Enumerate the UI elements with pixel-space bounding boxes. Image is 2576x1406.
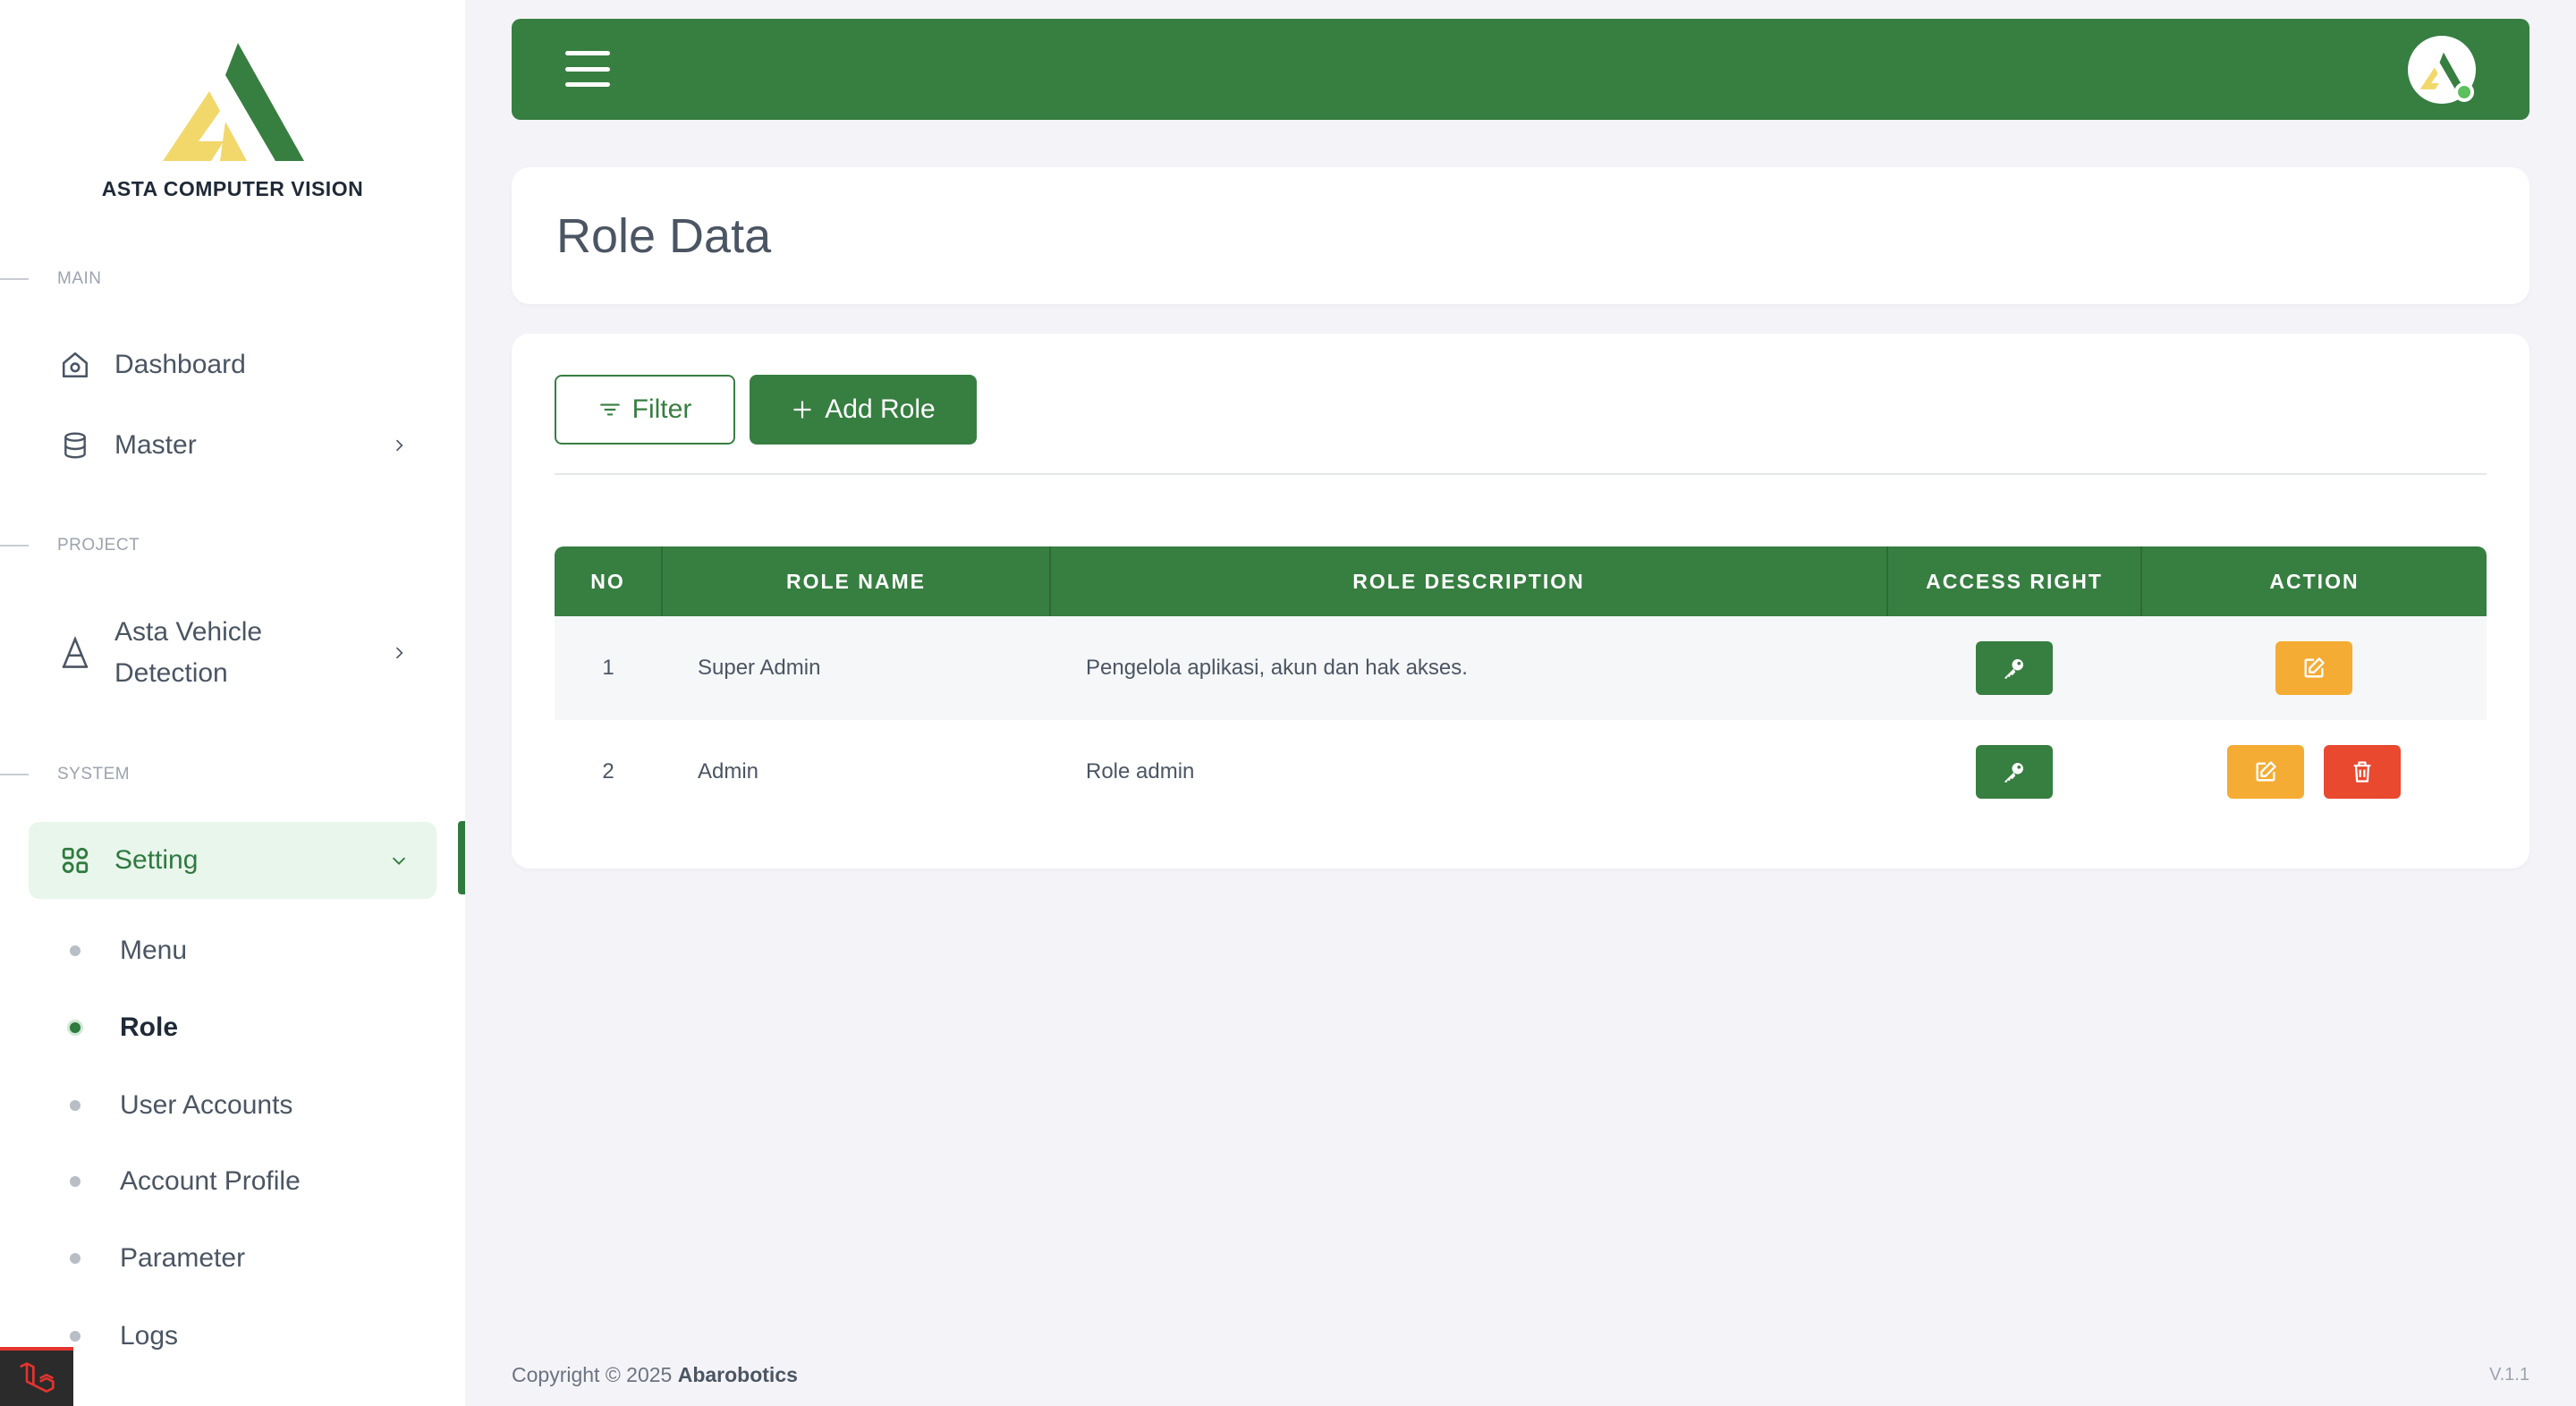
bullet-icon xyxy=(67,1020,83,1036)
column-header-role-name[interactable]: ROLE NAME xyxy=(662,546,1051,616)
sidebar-subitem-label: Logs xyxy=(120,1321,179,1351)
filter-icon xyxy=(599,403,620,416)
sidebar-item-asta-vehicle-detection[interactable]: Asta Vehicle Detection xyxy=(29,612,436,694)
cell-role-name: Admin xyxy=(698,759,759,783)
add-role-button[interactable]: Add Role xyxy=(750,375,977,445)
edit-icon xyxy=(2253,759,2278,784)
access-right-button[interactable] xyxy=(1976,641,2053,695)
role-table: NO ROLE NAME ROLE DESCRIPTION ACCESS RIG… xyxy=(555,546,2487,824)
cell-no: 2 xyxy=(602,759,614,783)
cell-access-right xyxy=(1887,616,2141,720)
brand-name: ASTA COMPUTER VISION xyxy=(101,177,364,200)
delete-button[interactable] xyxy=(2324,745,2401,799)
key-icon xyxy=(2001,655,2028,682)
page-title-card: Role Data xyxy=(512,167,2529,304)
sidebar-item-label: Asta Vehicle Detection xyxy=(114,617,263,688)
sidebar-subitem-role[interactable]: Role xyxy=(64,1012,178,1043)
online-status-dot xyxy=(2454,82,2474,102)
brand-logo[interactable]: ASTA COMPUTER VISION xyxy=(0,36,465,201)
grid-icon xyxy=(57,843,93,878)
sidebar-subitem-logs[interactable]: Logs xyxy=(64,1321,178,1351)
divider xyxy=(555,473,2487,475)
chevron-down-icon xyxy=(386,848,411,873)
cell-role-description: Role admin xyxy=(1086,759,1195,783)
laravel-debug-badge[interactable] xyxy=(0,1347,73,1406)
column-header-action: ACTION xyxy=(2269,569,2360,593)
cell-access-right xyxy=(1887,720,2141,824)
section-label-system: SYSTEM xyxy=(0,761,130,788)
footer-company[interactable]: Abarobotics xyxy=(678,1363,798,1386)
sidebar: ASTA COMPUTER VISION MAIN Dashboard Mast… xyxy=(0,0,465,1406)
sidebar-subitem-label: Account Profile xyxy=(120,1166,301,1196)
cell-action xyxy=(2141,616,2487,720)
key-icon xyxy=(2001,758,2028,785)
role-table-card: Filter Add Role NO ROLE NAME ROLE DESCRI… xyxy=(512,334,2529,868)
avatar[interactable] xyxy=(2408,36,2476,104)
table-row: 2 Admin Role admin xyxy=(555,720,2487,824)
sidebar-item-label: Master xyxy=(114,430,197,460)
sidebar-subitem-label: Menu xyxy=(120,936,188,965)
database-icon xyxy=(57,428,93,463)
cell-action xyxy=(2141,720,2487,824)
sidebar-subitem-label: Parameter xyxy=(120,1243,246,1273)
cell-role-name: Super Admin xyxy=(698,656,821,680)
active-indicator xyxy=(458,821,465,894)
sidebar-item-setting[interactable]: Setting xyxy=(29,822,436,899)
hamburger-icon[interactable] xyxy=(565,51,610,87)
section-label-project: PROJECT xyxy=(0,532,140,559)
footer-version: V.1.1 xyxy=(2489,1365,2529,1385)
sidebar-item-label: Dashboard xyxy=(114,350,246,379)
bullet-icon xyxy=(70,1331,80,1342)
laravel-icon xyxy=(20,1362,55,1393)
sidebar-subitem-label: Role xyxy=(120,1012,179,1042)
plus-icon xyxy=(793,401,812,419)
footer-copyright: Copyright © 2025 Abarobotics xyxy=(512,1363,798,1386)
cell-role-description: Pengelola aplikasi, akun dan hak akses. xyxy=(1086,656,1468,680)
section-label-main: MAIN xyxy=(0,266,102,292)
bullet-icon xyxy=(70,945,80,956)
column-header-role-description[interactable]: ROLE DESCRIPTION xyxy=(1050,546,1888,616)
edit-icon xyxy=(2301,656,2326,681)
sidebar-subitem-account-profile[interactable]: Account Profile xyxy=(64,1166,301,1197)
column-header-no[interactable]: NO xyxy=(555,546,663,616)
sidebar-subitem-user-accounts[interactable]: User Accounts xyxy=(64,1090,292,1121)
home-icon xyxy=(57,347,93,383)
chevron-right-icon xyxy=(386,433,411,458)
sidebar-item-dashboard[interactable]: Dashboard xyxy=(29,344,436,385)
brand-logo-icon xyxy=(163,43,304,161)
table-header-row: NO ROLE NAME ROLE DESCRIPTION ACCESS RIG… xyxy=(555,546,2487,616)
edit-button[interactable] xyxy=(2275,641,2352,695)
edit-button[interactable] xyxy=(2227,745,2304,799)
sidebar-item-master[interactable]: Master xyxy=(29,425,436,466)
trash-icon xyxy=(2350,759,2375,784)
access-right-button[interactable] xyxy=(1976,745,2053,799)
asta-a-icon xyxy=(57,635,93,671)
table-row: 1 Super Admin Pengelola aplikasi, akun dan… xyxy=(555,616,2487,720)
cell-no: 1 xyxy=(602,656,614,680)
column-header-access-right: ACCESS RIGHT xyxy=(1887,546,2142,616)
chevron-right-icon xyxy=(386,640,411,665)
top-bar xyxy=(512,19,2529,120)
sidebar-subitem-menu[interactable]: Menu xyxy=(64,936,187,966)
filter-button[interactable]: Filter xyxy=(555,375,735,445)
sidebar-subitem-label: User Accounts xyxy=(120,1090,293,1120)
page-title: Role Data xyxy=(556,209,772,263)
sidebar-subitem-parameter[interactable]: Parameter xyxy=(64,1243,245,1274)
bullet-icon xyxy=(70,1176,80,1187)
sidebar-item-label: Setting xyxy=(114,845,199,875)
bullet-icon xyxy=(70,1100,80,1111)
bullet-icon xyxy=(70,1253,80,1264)
